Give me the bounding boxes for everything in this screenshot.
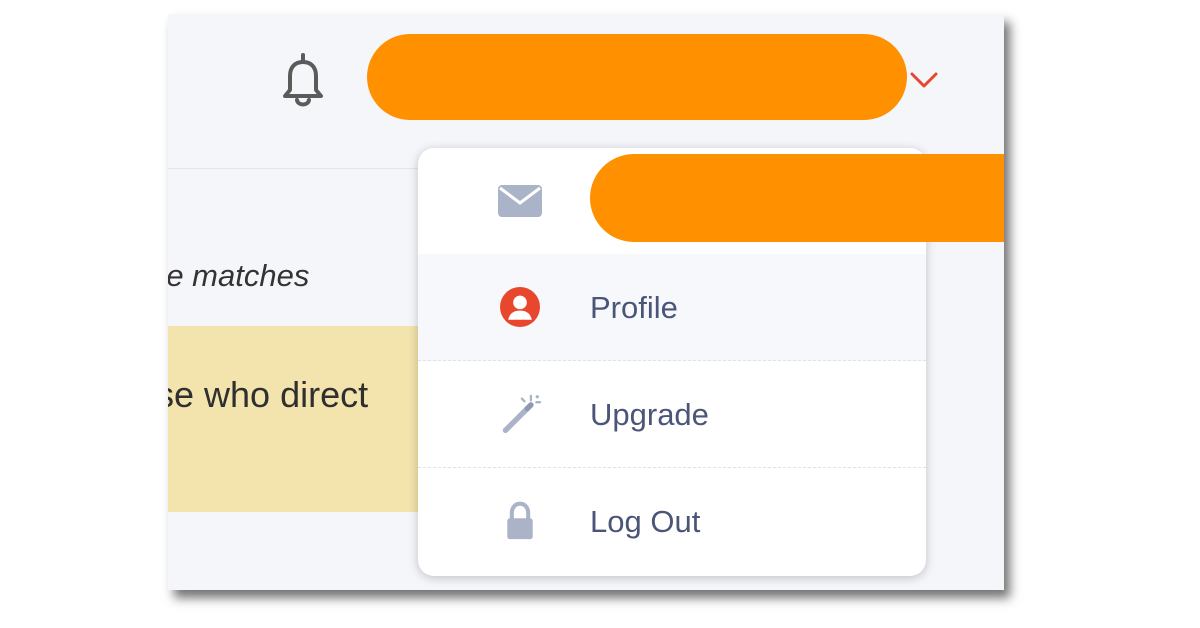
menu-item-upgrade[interactable]: Upgrade xyxy=(418,361,926,468)
matches-heading: re matches xyxy=(168,258,310,293)
highlighted-message: se who direct xyxy=(168,326,430,512)
lock-icon xyxy=(507,501,533,540)
menu-item-logout[interactable]: Log Out xyxy=(418,468,926,574)
bell-icon[interactable] xyxy=(278,50,328,110)
magic-wand-icon xyxy=(502,394,542,434)
envelope-icon xyxy=(498,185,542,217)
header-divider xyxy=(168,168,418,169)
app-window: re matches se who direct Profile Upgrade… xyxy=(168,14,1004,590)
menu-item-upgrade-label: Upgrade xyxy=(590,397,709,432)
menu-item-logout-label: Log Out xyxy=(590,504,701,539)
highlighted-message-text: se who direct xyxy=(168,374,369,415)
user-circle-icon xyxy=(500,287,540,327)
screenshot-frame: re matches se who direct Profile Upgrade… xyxy=(0,0,1200,628)
chevron-down-icon[interactable] xyxy=(908,68,940,92)
menu-item-profile-label: Profile xyxy=(590,290,678,325)
menu-item-profile[interactable]: Profile xyxy=(418,254,926,361)
redacted-user-name[interactable] xyxy=(367,34,907,120)
redacted-email xyxy=(590,154,1004,242)
